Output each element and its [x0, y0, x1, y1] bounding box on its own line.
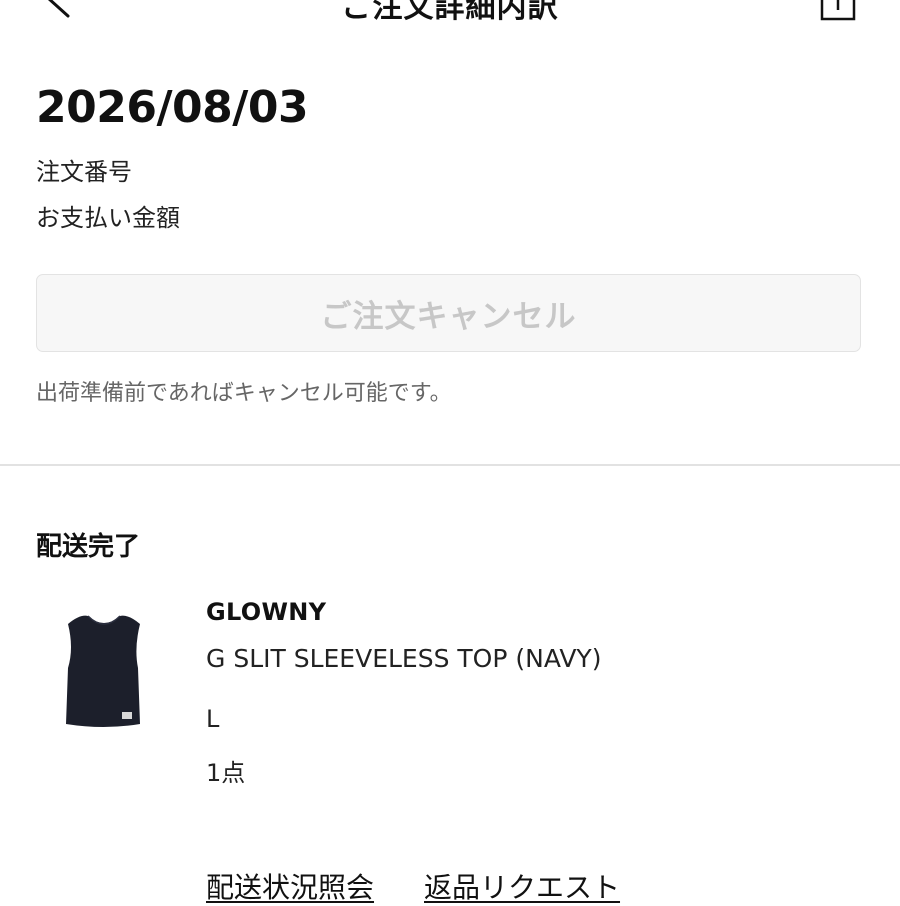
share-icon[interactable]	[816, 0, 860, 22]
page-title: ご注文詳細内訳	[341, 0, 559, 25]
product-quantity: 1点	[206, 759, 246, 787]
order-number-label: 注文番号	[36, 158, 132, 186]
cancel-order-button[interactable]: ご注文キャンセル	[36, 274, 861, 352]
section-divider	[0, 464, 900, 466]
tracking-link[interactable]: 配送状況照会	[206, 866, 374, 906]
cancel-note: 出荷準備前であればキャンセル可能です。	[36, 381, 452, 406]
app-header: ご注文詳細内訳	[0, 0, 900, 40]
product-name: G SLIT SLEEVELESS TOP (NAVY)	[206, 644, 602, 673]
payment-amount-label: お支払い金額	[36, 204, 180, 232]
product-brand: GLOWNY	[206, 598, 327, 626]
order-date: 2026/08/03	[36, 82, 309, 133]
return-request-link[interactable]: 返品リクエスト	[424, 866, 620, 906]
product-thumbnail[interactable]	[54, 612, 154, 737]
shipment-status: 配送完了	[36, 532, 141, 562]
product-size: L	[206, 705, 220, 733]
